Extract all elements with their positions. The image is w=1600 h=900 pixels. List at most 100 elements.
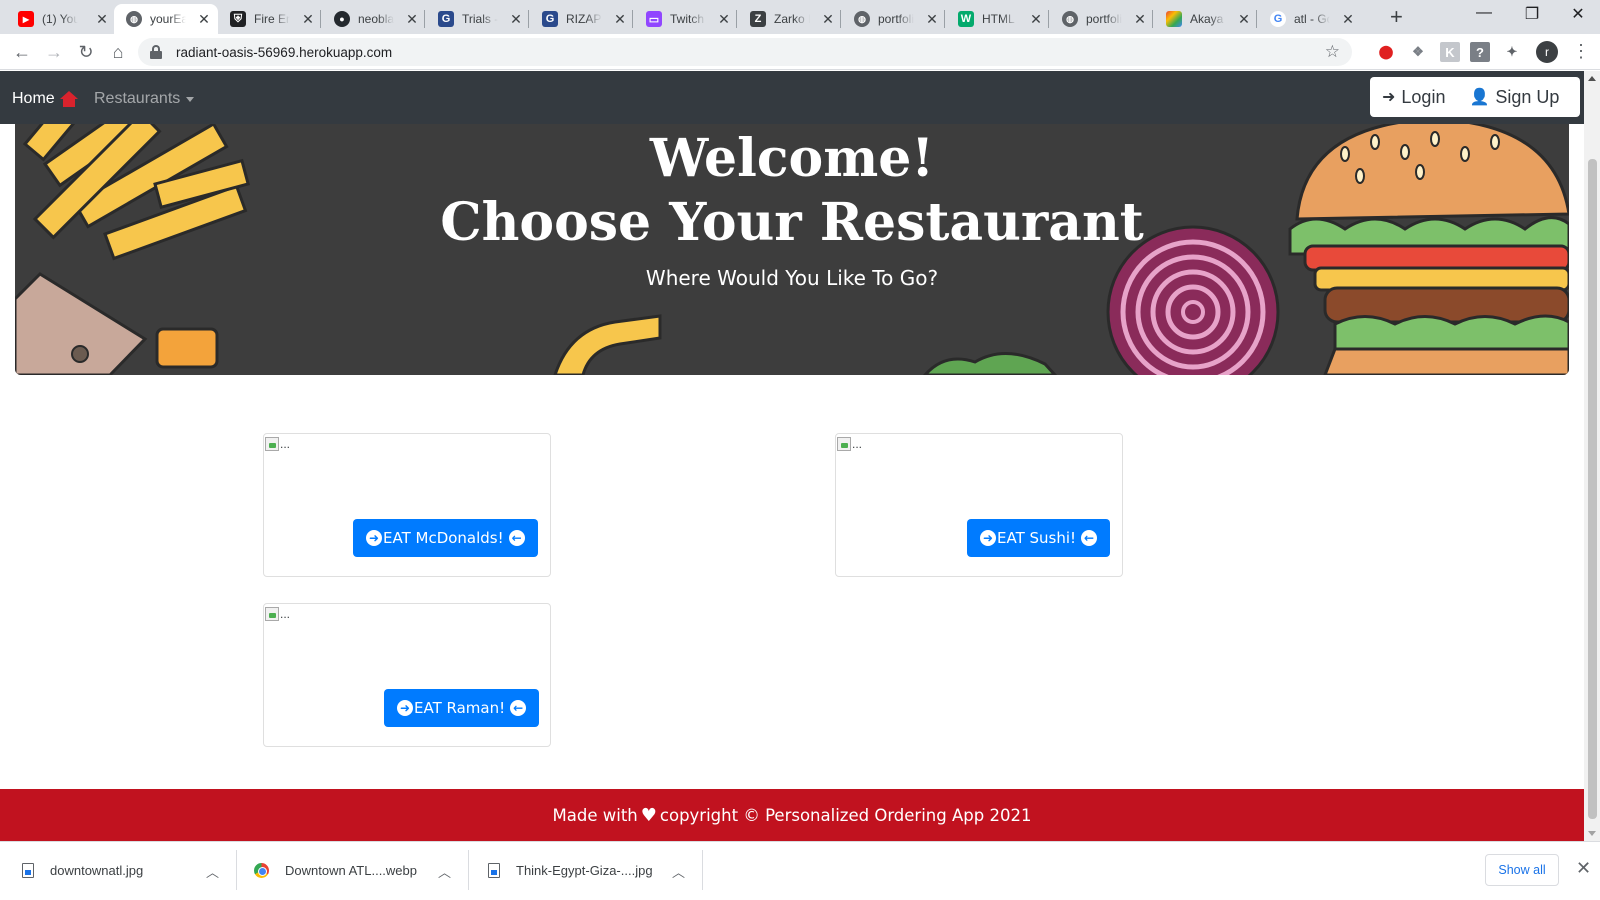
new-tab-button[interactable]: + — [1390, 6, 1403, 28]
close-icon[interactable]: ✕ — [1236, 11, 1252, 28]
tab-divider — [632, 10, 633, 28]
close-window-button[interactable]: ✕ — [1558, 4, 1598, 24]
arrow-circle-right-icon: ➜ — [980, 530, 996, 546]
footer-made-with: Made with — [552, 805, 638, 825]
broken-image-icon: ... — [265, 437, 290, 451]
close-icon[interactable]: ✕ — [196, 11, 212, 28]
footer-copyright: copyright © Personalized Ordering App 20… — [659, 805, 1032, 825]
arrow-circle-left-icon: ← — [508, 530, 525, 546]
download-item[interactable]: Think-Egypt-Giza-....jpg — [488, 842, 653, 898]
tab-divider — [1048, 10, 1049, 28]
tab-title: RIZAP - [ — [566, 12, 602, 26]
lock-icon[interactable] — [150, 45, 162, 59]
trello-icon: G — [542, 11, 558, 27]
back-button[interactable]: ← — [10, 40, 34, 64]
auth-links: ➜ Login 👤 Sign Up — [1370, 77, 1580, 117]
download-divider — [468, 850, 469, 890]
close-icon[interactable]: ✕ — [300, 11, 316, 28]
restaurants-dropdown[interactable]: Restaurants — [94, 90, 195, 108]
reload-button[interactable]: ↻ — [74, 40, 98, 64]
close-icon[interactable]: ✕ — [1340, 11, 1356, 28]
tab-akaya[interactable]: Akaya T ✕ — [1154, 4, 1258, 34]
opera-extension-icon[interactable]: ⬤ — [1376, 42, 1396, 62]
tab-divider — [736, 10, 737, 28]
eat-sushi-button[interactable]: ➜ EAT Sushi! ← — [967, 519, 1111, 557]
close-icon[interactable]: ✕ — [612, 11, 628, 28]
tab-github[interactable]: ● neoblack ✕ — [322, 4, 426, 34]
twitch-icon: ▭ — [646, 11, 662, 27]
close-icon[interactable]: ✕ — [716, 11, 732, 28]
home-button[interactable]: ⌂ — [106, 40, 130, 64]
scroll-thumb[interactable] — [1588, 159, 1597, 819]
tab-divider — [320, 10, 321, 28]
tab-zarko[interactable]: Z Zarko M ✕ — [738, 4, 842, 34]
tab-title: portfolio — [878, 12, 914, 26]
arrow-circle-left-icon: ← — [1081, 530, 1098, 546]
tab-fire-emblem[interactable]: ⛨ Fire Emblem ✕ — [218, 4, 322, 34]
help-extension-icon[interactable]: ? — [1470, 42, 1490, 62]
tab-youtube[interactable]: ▶ (1) YouTube ✕ — [6, 4, 116, 34]
restaurant-card-sushi: ... ➜ EAT Sushi! ← — [835, 433, 1123, 577]
extensions-puzzle-icon[interactable]: ✦ — [1502, 42, 1522, 62]
tab-divider — [528, 10, 529, 28]
url-text[interactable]: radiant-oasis-56969.herokuapp.com — [176, 45, 392, 60]
tab-divider — [944, 10, 945, 28]
close-icon[interactable]: ✕ — [508, 11, 524, 28]
show-all-button[interactable]: Show all — [1485, 854, 1559, 886]
tab-google[interactable]: G atl - Go ✕ — [1258, 4, 1362, 34]
k-extension-icon[interactable]: K — [1440, 42, 1460, 62]
close-icon[interactable]: ✕ — [94, 11, 110, 28]
scroll-up-arrow[interactable] — [1588, 76, 1596, 81]
login-link[interactable]: ➜ Login — [1370, 87, 1445, 108]
tab-youreats[interactable]: ◍ yourEats ✕ — [114, 4, 218, 34]
signup-link[interactable]: 👤 Sign Up — [1445, 87, 1559, 108]
download-item[interactable]: downtownatl.jpg — [22, 842, 143, 898]
tab-twitch[interactable]: ▭ Twitch ✕ — [634, 4, 738, 34]
close-icon[interactable]: ✕ — [1028, 11, 1044, 28]
z-icon: Z — [750, 11, 766, 27]
eat-mcdonalds-button[interactable]: ➜ EAT McDonalds! ← — [353, 519, 538, 557]
tab-divider — [424, 10, 425, 28]
forward-button[interactable]: → — [42, 40, 66, 64]
minimize-button[interactable]: — — [1464, 4, 1504, 22]
tab-divider — [1256, 10, 1257, 28]
tab-portfolio-2[interactable]: ◍ portfolio ✕ — [1050, 4, 1154, 34]
home-label: Home — [12, 90, 55, 107]
arrow-circle-right-icon: ➜ — [397, 700, 413, 716]
eat-raman-button[interactable]: ➜ EAT Raman! ← — [384, 689, 540, 727]
tab-title: Trials - [ — [462, 12, 498, 26]
download-item[interactable]: Downtown ATL....webp — [254, 842, 417, 898]
button-label: EAT McDonalds! — [383, 529, 504, 547]
close-icon[interactable]: ✕ — [1132, 11, 1148, 28]
close-icon[interactable]: ✕ — [924, 11, 940, 28]
tab-title: Zarko M — [774, 12, 810, 26]
tab-rizap[interactable]: G RIZAP - [ ✕ — [530, 4, 634, 34]
dropbox-extension-icon[interactable]: ❖ — [1408, 42, 1428, 62]
chrome-icon — [254, 862, 269, 878]
page-scrollbar[interactable] — [1584, 71, 1600, 841]
site-navbar: Home Restaurants ➜ Login 👤 Sign Up — [0, 71, 1584, 124]
scroll-down-arrow[interactable] — [1588, 831, 1596, 836]
tab-html[interactable]: W HTML E ✕ — [946, 4, 1050, 34]
button-label: EAT Sushi! — [997, 529, 1077, 547]
profile-avatar[interactable]: r — [1536, 41, 1558, 63]
chevron-up-icon[interactable]: ︿ — [206, 862, 219, 881]
chevron-up-icon[interactable]: ︿ — [672, 862, 685, 881]
close-icon[interactable]: ✕ — [404, 11, 420, 28]
youtube-icon: ▶ — [18, 11, 34, 27]
arrow-circle-left-icon: ← — [510, 700, 527, 716]
address-bar[interactable]: radiant-oasis-56969.herokuapp.com ☆ — [138, 38, 1352, 66]
image-alt-text: ... — [280, 607, 291, 621]
close-icon[interactable]: ✕ — [820, 11, 836, 28]
home-link[interactable]: Home — [12, 90, 78, 108]
browser-menu-icon[interactable]: ⋮ — [1572, 42, 1590, 60]
tab-portfolio-1[interactable]: ◍ portfolio ✕ — [842, 4, 946, 34]
button-label: EAT Raman! — [414, 699, 506, 717]
bookmark-star-icon[interactable]: ☆ — [1325, 42, 1340, 62]
restaurant-card-mcdonalds: ... ➜ EAT McDonalds! ← — [263, 433, 551, 577]
chevron-up-icon[interactable]: ︿ — [438, 862, 451, 881]
restore-button[interactable]: ❐ — [1512, 4, 1552, 24]
tab-trials[interactable]: G Trials - [ ✕ — [426, 4, 530, 34]
close-downloads-icon[interactable]: ✕ — [1576, 858, 1591, 879]
restaurants-label: Restaurants — [94, 90, 181, 107]
